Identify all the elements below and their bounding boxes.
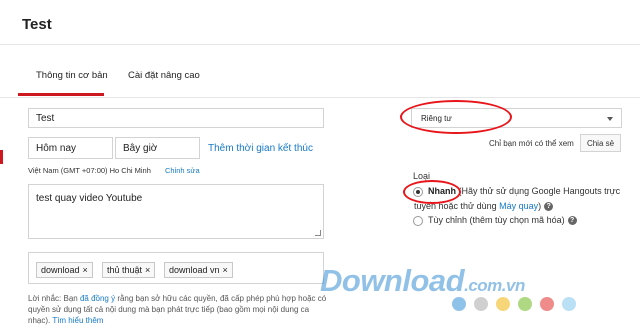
watermark-dot xyxy=(540,297,554,311)
page-header: Test xyxy=(0,0,640,44)
description-text: test quay video Youtube xyxy=(36,193,143,204)
time-input[interactable]: Bây giờ xyxy=(115,137,200,159)
tag-chip: download × xyxy=(36,262,93,278)
watermark-dot xyxy=(474,297,488,311)
active-tab-indicator xyxy=(18,93,104,96)
share-button[interactable]: Chia sẻ xyxy=(580,134,621,152)
tag-label: download xyxy=(41,265,80,275)
resize-grip[interactable] xyxy=(315,230,321,236)
tab-advanced-settings[interactable]: Cài đặt nâng cao xyxy=(128,70,200,81)
rights-reminder: Lời nhắc: Bạn đã đồng ý rằng bạn sở hữu … xyxy=(28,293,328,326)
watermark-dot xyxy=(518,297,532,311)
watermark-logo: Download.com.vn xyxy=(320,263,525,299)
tags-input[interactable]: download × thủ thuật × download vn × xyxy=(28,252,324,284)
help-icon[interactable]: ? xyxy=(567,216,577,226)
watermark-dot xyxy=(496,297,510,311)
left-edge-marker xyxy=(0,150,3,164)
timezone-edit-link[interactable]: Chỉnh sửa xyxy=(165,166,200,175)
option-fast-desc: (Hãy thử sử dụng Google Hangouts trực xyxy=(456,186,621,196)
learn-more-link[interactable]: Tìm hiểu thêm xyxy=(52,316,103,325)
watermark-suffix: .com.vn xyxy=(464,276,525,295)
page-title: Test xyxy=(22,16,52,33)
date-input[interactable]: Hôm nay xyxy=(28,137,113,159)
tag-remove-icon[interactable]: × xyxy=(145,265,150,275)
tag-remove-icon[interactable]: × xyxy=(223,265,228,275)
add-end-time-link[interactable]: Thêm thời gian kết thúc xyxy=(208,143,313,154)
camera-link[interactable]: Máy quay xyxy=(499,201,538,211)
tag-chip: thủ thuật × xyxy=(102,262,156,278)
watermark-text: Download xyxy=(320,263,465,298)
timezone-label: Việt Nam (GMT +07:00) Ho Chi Minh xyxy=(28,166,151,175)
description-textarea[interactable]: test quay video Youtube xyxy=(28,184,324,239)
tag-chip: download vn × xyxy=(164,262,233,278)
annotation-circle-privacy xyxy=(400,100,512,134)
help-icon[interactable]: ? xyxy=(544,202,554,212)
watermark-dot xyxy=(562,297,576,311)
agreed-link[interactable]: đã đồng ý xyxy=(80,294,115,303)
tab-divider xyxy=(0,97,640,98)
reminder-lead: Lời nhắc: Bạn xyxy=(28,294,80,303)
chevron-down-icon xyxy=(607,117,613,121)
annotation-circle-fast xyxy=(403,180,461,204)
tab-basic-info[interactable]: Thông tin cơ bản xyxy=(36,70,108,81)
tag-remove-icon[interactable]: × xyxy=(83,265,88,275)
watermark-dot xyxy=(452,297,466,311)
radio-custom[interactable] xyxy=(413,216,423,226)
option-custom-line: Tùy chỉnh (thêm tùy chọn mã hóa)? xyxy=(428,215,577,226)
tag-label: thủ thuật xyxy=(107,265,143,275)
option-fast-end: ) xyxy=(538,201,542,211)
privacy-hint: Chỉ bạn mới có thể xem xyxy=(489,139,574,148)
option-custom-name: Tùy chỉnh xyxy=(428,215,468,225)
option-custom-desc: (thêm tùy chọn mã hóa) xyxy=(467,215,565,225)
title-input[interactable]: Test xyxy=(28,108,324,128)
tag-label: download vn xyxy=(169,265,220,275)
